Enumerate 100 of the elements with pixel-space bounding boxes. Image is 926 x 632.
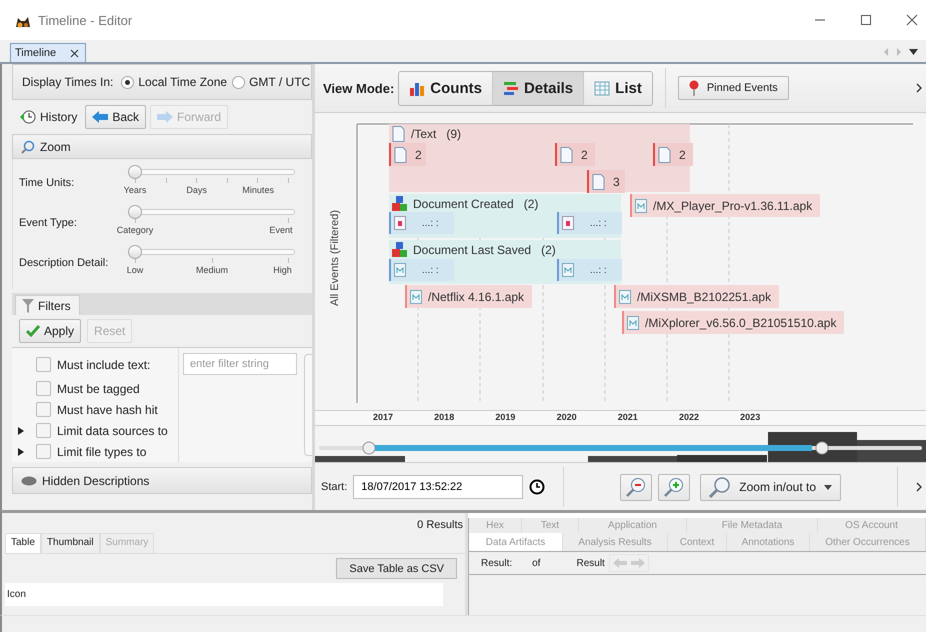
caret-icon[interactable] [909,49,918,55]
document-icon [658,146,671,162]
left-arrow-icon [92,111,108,123]
chevron-right-icon[interactable] [916,83,922,93]
expand-arrow-icon[interactable] [18,426,24,434]
tick-label: Category [116,225,154,235]
back-button[interactable]: Back [85,105,146,129]
document-tab[interactable]: Timeline [10,43,86,62]
zoom-out-button[interactable] [620,474,652,500]
tick-label: Minutes [242,185,274,195]
start-date-field[interactable]: 18/07/2017 13:52:22 [353,475,524,499]
view-tab[interactable]: Table [5,533,41,553]
document-icon [560,146,573,162]
of-label: of [532,558,540,568]
checkbox[interactable] [36,423,51,438]
slider-track[interactable] [128,205,295,225]
event-stack[interactable]: ...: : [557,259,622,281]
file-icon [627,316,639,330]
caret-icon [824,484,832,490]
tick-label: High [273,265,292,275]
zoom-out-icon [626,477,646,497]
left-arrow-icon[interactable] [883,48,889,56]
filters-tab[interactable]: Filters [15,295,80,315]
file-event[interactable]: /Netflix 4.16.1.apk [405,285,532,308]
slider-label: Time Units: [18,176,76,189]
event-stack[interactable]: ...: : [389,259,454,281]
maximize-icon[interactable] [860,14,872,26]
tick-label: Low [126,265,144,275]
slider-track[interactable] [128,165,295,185]
file-event[interactable]: /MiXSMB_B2102251.apk [614,285,780,308]
slider-thumb[interactable] [128,205,142,219]
right-arrow-icon[interactable] [630,558,645,568]
slider-label: Description Detail: [18,256,110,269]
display-times-label: Display Times In: [22,75,114,89]
start-label: Start: [321,481,348,493]
close-icon[interactable] [906,14,918,26]
slider-thumb[interactable] [128,245,142,259]
results-count: 0 Results [417,519,463,531]
event-stack[interactable]: 2 [389,143,426,166]
column-header[interactable]: Icon [5,589,26,600]
document-icon [592,174,605,190]
window-title: Timeline - Editor [38,12,132,28]
pinned-events-button[interactable]: Pinned Events [678,76,789,100]
expand-arrow-icon[interactable] [18,448,24,456]
radio-button[interactable] [121,76,134,88]
zoom-in-button[interactable] [658,474,690,500]
view-tab[interactable]: Thumbnail [40,533,100,553]
close-icon[interactable] [70,48,80,58]
history-icon [20,109,36,125]
table-icon [594,80,610,96]
checkbox[interactable] [36,381,51,396]
filter-icon [22,298,34,312]
history-label: History [40,110,78,124]
chevron-right-icon[interactable] [916,482,922,492]
cluster-title: /Text [411,127,436,141]
file-event[interactable]: /MiXplorer_v6.56.0_B21051510.apk [622,311,844,334]
clock-icon[interactable] [529,479,546,495]
year-label: 2018 [434,412,454,422]
file-icon [410,290,422,304]
zoom-in-icon [664,477,684,497]
details-icon [502,80,519,96]
slider-label: Event Type: [18,216,78,229]
year-label: 2019 [495,412,516,422]
document-icon [394,146,407,162]
slider-track[interactable] [128,245,295,265]
event-stack[interactable]: ...: : [389,212,454,234]
checkbox[interactable] [36,357,51,372]
filter-text-field[interactable]: enter filter string [183,353,297,375]
checkbox[interactable] [36,444,51,459]
file-icon [619,290,631,304]
event-stack[interactable]: 2 [653,143,693,166]
file-icon [635,198,647,212]
event-stack[interactable]: 3 [587,170,625,193]
scrollbar[interactable] [304,354,312,456]
file-event[interactable]: /MX_Player_Pro-v1.36.11.apk [630,194,820,217]
apply-button[interactable]: Apply [19,319,82,343]
checkbox[interactable] [36,402,51,417]
checkbox-label: Must have hash hit [57,402,158,416]
tick-label: Years [124,185,146,195]
view-mode-label: View Mode: [323,80,394,96]
hidden-descriptions-header[interactable]: Hidden Descriptions [12,467,312,494]
save-csv-button[interactable]: Save Table as CSV [336,558,457,579]
checkbox-label: Limit file types to [57,444,146,458]
view-mode-button[interactable]: Details [492,72,584,104]
left-arrow-icon[interactable] [612,558,627,568]
right-arrow-icon[interactable] [896,48,902,56]
tick-label: Event [269,225,292,235]
event-stack[interactable]: 2 [555,143,595,166]
view-mode-button[interactable]: List [584,72,652,104]
event-count: (9) [446,127,462,141]
file-icon [394,263,406,277]
event-count: (2) [541,242,556,256]
event-stack[interactable]: ...: : [557,212,622,234]
check-icon [26,325,40,337]
year-label: 2023 [740,412,760,422]
radio-button[interactable] [232,76,246,88]
view-mode-button[interactable]: Counts [399,72,493,104]
zoom-menu-button[interactable]: Zoom in/out to [700,474,842,500]
zoom-header[interactable]: Zoom [12,134,312,159]
slider-thumb[interactable] [128,165,142,179]
